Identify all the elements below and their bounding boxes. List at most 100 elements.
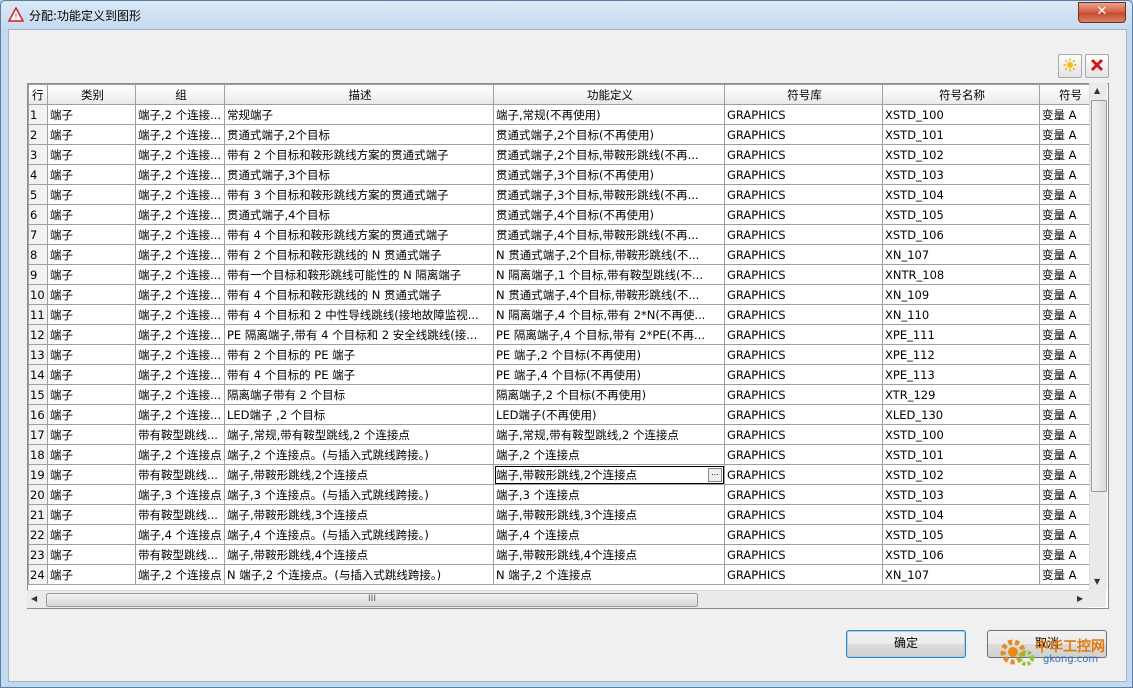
table-row[interactable]: 18 端子 端子,2 个连接点 端子,2 个连接点。(与插入式跳线跨接。) 端子,2 个… [28,444,1100,465]
table-cell[interactable]: XSTD_105 [882,204,1040,225]
table-cell[interactable]: 端子,2 个连接点 [135,444,225,465]
scroll-right-icon[interactable]: ▶ [1077,594,1083,603]
row-number[interactable]: 23 [28,544,48,565]
table-cell[interactable]: N 端子,2 个连接点 [493,564,725,585]
table-cell[interactable]: 贯通式端子,3个目标 [224,164,494,185]
ok-button[interactable]: 确定 [846,630,966,658]
table-cell[interactable]: 隔离端子,2 个目标(不再使用) [493,384,725,405]
table-row[interactable]: 14 端子 端子,2 个连接... 带有 4 个目标的 PE 端子 PE 端子,4 个目… [28,364,1100,385]
table-cell[interactable]: XSTD_100 [882,104,1040,125]
column-header[interactable]: 符号名称 [882,84,1040,105]
table-cell[interactable]: 端子 [47,104,136,125]
table-cell[interactable]: GRAPHICS [724,564,883,585]
table-cell[interactable]: 端子,2 个连接... [135,164,225,185]
table-cell[interactable]: 端子,常规,带有鞍型跳线,2 个连接点 [493,424,725,445]
table-cell[interactable]: GRAPHICS [724,504,883,525]
column-header[interactable]: 描述 [224,84,494,105]
table-cell[interactable]: 端子 [47,564,136,585]
row-number[interactable]: 20 [28,484,48,505]
row-number[interactable]: 13 [28,344,48,365]
table-cell[interactable]: 端子,2 个连接... [135,224,225,245]
table-cell[interactable]: 端子,2 个连接... [135,404,225,425]
vertical-scroll-thumb[interactable] [1091,100,1107,492]
table-row[interactable]: 12 端子 端子,2 个连接... PE 隔离端子,带有 4 个目标和 2 安全线跳线… [28,324,1100,345]
table-row[interactable]: 6 端子 端子,2 个连接... 贯通式端子,4个目标 贯通式端子,4个目标(不再使用)… [28,204,1100,225]
table-cell[interactable]: 贯通式端子,2个目标,带鞍形跳线(不再... [493,144,725,165]
table-cell[interactable]: 带有 2 个目标的 PE 端子 [224,344,494,365]
table-cell[interactable]: 带有鞍型跳线... [135,464,225,485]
table-cell[interactable]: 端子,3 个连接点 [493,484,725,505]
table-cell[interactable]: 端子,3 个连接点。(与插入式跳线跨接。) [224,484,494,505]
table-cell[interactable]: 端子 [47,464,136,485]
table-cell[interactable]: 带有 4 个目标和鞍形跳线方案的贯通式端子 [224,224,494,245]
table-cell[interactable]: GRAPHICS [724,224,883,245]
table-cell[interactable]: 端子 [47,284,136,305]
table-cell[interactable]: 端子 [47,124,136,145]
table-row[interactable]: 13 端子 端子,2 个连接... 带有 2 个目标的 PE 端子 PE 端子,2 个目… [28,344,1100,365]
table-cell[interactable]: GRAPHICS [724,184,883,205]
table-cell[interactable]: GRAPHICS [724,144,883,165]
table-cell[interactable]: 端子,2 个连接... [135,244,225,265]
table-cell[interactable]: GRAPHICS [724,344,883,365]
table-cell[interactable]: 带有鞍型跳线... [135,544,225,565]
table-cell[interactable]: 端子,2 个连接... [135,384,225,405]
new-button[interactable] [1058,54,1082,78]
table-cell[interactable]: XN_107 [882,564,1040,585]
table-cell[interactable]: 端子 [47,484,136,505]
table-cell[interactable]: XSTD_102 [882,464,1040,485]
table-cell[interactable]: XPE_112 [882,344,1040,365]
table-cell[interactable]: 端子 [47,224,136,245]
table-cell[interactable]: PE 端子,4 个目标(不再使用) [493,364,725,385]
table-cell[interactable]: 端子,带鞍形跳线,2个连接点… [493,464,725,485]
row-number[interactable]: 8 [28,244,48,265]
table-cell[interactable]: XPE_113 [882,364,1040,385]
table-cell[interactable]: 带有鞍型跳线... [135,504,225,525]
table-cell[interactable]: 端子,2 个连接... [135,264,225,285]
table-cell[interactable]: PE 端子,2 个目标(不再使用) [493,344,725,365]
table-cell[interactable]: 带有鞍型跳线... [135,424,225,445]
table-cell[interactable]: XTR_129 [882,384,1040,405]
table-cell[interactable]: 贯通式端子,4个目标,带鞍形跳线(不再... [493,224,725,245]
table-cell[interactable]: GRAPHICS [724,204,883,225]
table-cell[interactable]: 端子,2 个连接点 [135,564,225,585]
table-cell[interactable]: GRAPHICS [724,124,883,145]
table-cell[interactable]: 端子 [47,444,136,465]
table-cell[interactable]: LED端子(不再使用) [493,404,725,425]
table-cell[interactable]: 端子 [47,164,136,185]
row-number[interactable]: 9 [28,264,48,285]
table-row[interactable]: 23 端子 带有鞍型跳线... 端子,带鞍形跳线,4个连接点 端子,带鞍形跳线,4个连接… [28,544,1100,565]
table-cell[interactable]: GRAPHICS [724,524,883,545]
row-number[interactable]: 17 [28,424,48,445]
table-cell[interactable]: 端子,2 个连接点。(与插入式跳线跨接。) [224,444,494,465]
table-cell[interactable]: 端子,带鞍形跳线,2个连接点 [224,464,494,485]
table-cell[interactable]: 端子,2 个连接点 [493,444,725,465]
table-cell[interactable]: 端子,2 个连接... [135,364,225,385]
table-cell[interactable]: LED端子 ,2 个目标 [224,404,494,425]
row-number[interactable]: 1 [28,104,48,125]
table-row[interactable]: 9 端子 端子,2 个连接... 带有一个目标和鞍形跳线可能性的 N 隔离端子 N 隔离… [28,264,1100,285]
row-number[interactable]: 18 [28,444,48,465]
table-cell[interactable]: XSTD_101 [882,124,1040,145]
title-bar[interactable]: ! 分配:功能定义到图形 ✕ [1,1,1132,29]
table-cell[interactable]: 带有 4 个目标和鞍形跳线的 N 贯通式端子 [224,284,494,305]
table-cell[interactable]: 端子,2 个连接... [135,104,225,125]
row-number[interactable]: 6 [28,204,48,225]
table-cell[interactable]: 端子 [47,264,136,285]
row-number[interactable]: 4 [28,164,48,185]
ellipsis-button[interactable]: … [708,468,722,482]
table-cell[interactable]: GRAPHICS [724,464,883,485]
table-row[interactable]: 19 端子 带有鞍型跳线... 端子,带鞍形跳线,2个连接点 端子,带鞍形跳线,2个连接… [28,464,1100,485]
table-cell[interactable]: N 隔离端子,1 个目标,带有鞍型跳线(不... [493,264,725,285]
row-number[interactable]: 7 [28,224,48,245]
row-number[interactable]: 2 [28,124,48,145]
table-cell[interactable]: XN_109 [882,284,1040,305]
table-cell[interactable]: 端子,4 个连接点 [135,524,225,545]
table-row[interactable]: 8 端子 端子,2 个连接... 带有 2 个目标和鞍形跳线的 N 贯通式端子 N 贯通… [28,244,1100,265]
close-button[interactable]: ✕ [1078,2,1126,23]
table-cell[interactable]: GRAPHICS [724,364,883,385]
table-cell[interactable]: 端子,带鞍形跳线,3个连接点 [493,504,725,525]
table-row[interactable]: 1 端子 端子,2 个连接... 常规端子 端子,常规(不再使用) GRAPHICS XST… [28,104,1100,125]
table-row[interactable]: 15 端子 端子,2 个连接... 隔离端子带有 2 个目标 隔离端子,2 个目标(不再… [28,384,1100,405]
table-cell[interactable]: 端子,3 个连接点 [135,484,225,505]
table-cell[interactable]: 隔离端子带有 2 个目标 [224,384,494,405]
